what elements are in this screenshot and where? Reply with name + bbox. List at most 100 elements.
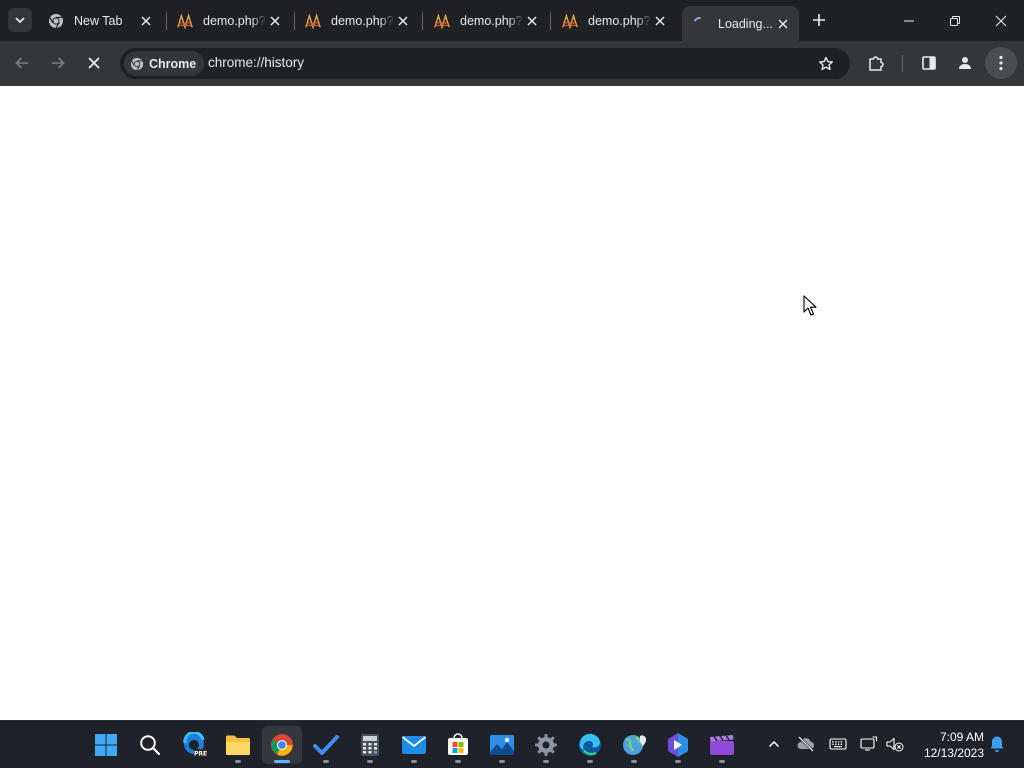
close-tab-icon[interactable] [524,13,540,29]
toolbar-separator [902,55,903,72]
taskbar-calculator[interactable] [350,726,390,764]
puzzle-piece-icon [869,56,884,71]
taskbar-chrome[interactable] [262,726,302,764]
running-indicator [367,760,373,763]
address-bar[interactable]: Chrome chrome://history [120,48,850,79]
running-indicator [543,760,549,763]
chrome-menu-button[interactable] [985,47,1017,79]
taskbar-store[interactable] [438,726,478,764]
running-indicator [323,760,329,763]
stop-loading-button[interactable] [78,47,110,79]
tab-title: demo.php? [588,13,651,28]
taskbar-photos[interactable] [482,726,522,764]
close-icon [995,15,1007,26]
tab-demo-1[interactable]: demo.php? [167,5,291,36]
taskbar-bing[interactable] [658,726,698,764]
tab-loading[interactable]: Loading... [682,6,799,41]
taskbar-clipchamp[interactable] [702,726,742,764]
minimize-button[interactable] [886,0,932,41]
url-text[interactable]: chrome://history [208,55,304,70]
network-status-button[interactable] [858,733,880,755]
new-tab-button[interactable] [808,8,830,32]
tab-separator [422,12,423,30]
windows-start-icon [95,734,117,756]
chrome-icon [48,13,64,29]
tab-title: New Tab [74,13,123,28]
tab-new-tab[interactable]: New Tab [38,5,162,36]
svg-text:PRE: PRE [194,750,207,757]
screen: New Tab demo.php? demo.php? demo.php? de… [0,0,1024,768]
running-indicator [411,760,417,763]
more-vertical-icon [999,55,1003,71]
start-button[interactable] [86,726,126,764]
close-tab-icon[interactable] [267,13,283,29]
site-info-chip[interactable]: Chrome [124,51,205,76]
taskbar-mail[interactable] [394,726,434,764]
mail-icon [401,736,427,754]
opencart-icon [562,12,578,29]
taskbar-maps[interactable] [614,726,654,764]
taskbar-edge-dev[interactable]: PRE [175,726,215,764]
bell-icon [990,736,1004,752]
extensions-button[interactable] [860,47,892,79]
running-indicator [675,760,681,763]
tab-demo-4[interactable]: demo.php? [552,5,676,36]
chrome-icon [130,57,144,70]
tab-title: demo.php? [203,13,266,28]
browser-toolbar: Chrome chrome://history [0,41,1024,86]
photos-icon [490,735,514,755]
taskbar-settings[interactable] [526,726,566,764]
touch-keyboard-button[interactable] [827,733,849,755]
close-tab-icon[interactable] [652,13,668,29]
tab-title: demo.php? [460,13,523,28]
show-hidden-icons-button[interactable] [763,733,785,755]
notifications-button[interactable] [986,733,1008,755]
speaker-muted-icon [886,737,904,752]
calculator-icon [361,734,379,756]
tab-demo-2[interactable]: demo.php? [295,5,419,36]
minimize-icon [904,20,914,21]
maps-icon [623,735,647,755]
tab-demo-3[interactable]: demo.php? [424,5,548,36]
chevron-down-icon [15,17,25,23]
close-tab-icon[interactable] [138,13,154,29]
clock-time: 7:09 AM [939,730,984,744]
taskbar-file-explorer[interactable] [218,726,258,764]
side-panel-icon [922,56,936,70]
stop-x-icon [88,57,100,69]
folder-icon [226,735,250,755]
page-content[interactable] [0,86,1024,720]
back-button[interactable] [6,47,38,79]
profile-button[interactable] [949,47,981,79]
bing-icon [668,733,688,757]
forward-button[interactable] [42,47,74,79]
opencart-icon [434,12,450,29]
taskbar-search-button[interactable] [130,726,170,764]
restore-button[interactable] [932,0,978,41]
system-clock[interactable]: 7:09 AM 12/13/2023 [914,729,984,761]
taskbar-todo[interactable] [306,726,346,764]
tab-title: Loading... [718,16,773,31]
tab-separator [550,12,551,30]
close-window-button[interactable] [978,0,1024,41]
close-tab-icon[interactable] [395,13,411,29]
mouse-cursor-icon [803,295,817,316]
todo-check-icon [313,735,339,755]
taskbar-edge[interactable] [570,726,610,764]
arrow-left-icon [15,57,28,69]
store-icon [448,733,468,755]
tab-search-button[interactable] [8,8,32,32]
close-tab-icon[interactable] [775,16,791,32]
running-indicator [499,760,505,763]
chip-label: Chrome [149,56,197,71]
onedrive-offline-button[interactable] [795,733,817,755]
bookmark-star-icon[interactable] [816,54,836,74]
search-icon [140,735,161,756]
chevron-up-icon [768,740,780,748]
opencart-icon [177,12,193,29]
volume-muted-button[interactable] [884,733,906,755]
side-panel-button[interactable] [913,47,945,79]
tab-title: demo.php? [331,13,394,28]
windows-taskbar: PRE 7:09 AM 12/13/2023 [0,720,1024,768]
running-indicator [235,760,241,763]
